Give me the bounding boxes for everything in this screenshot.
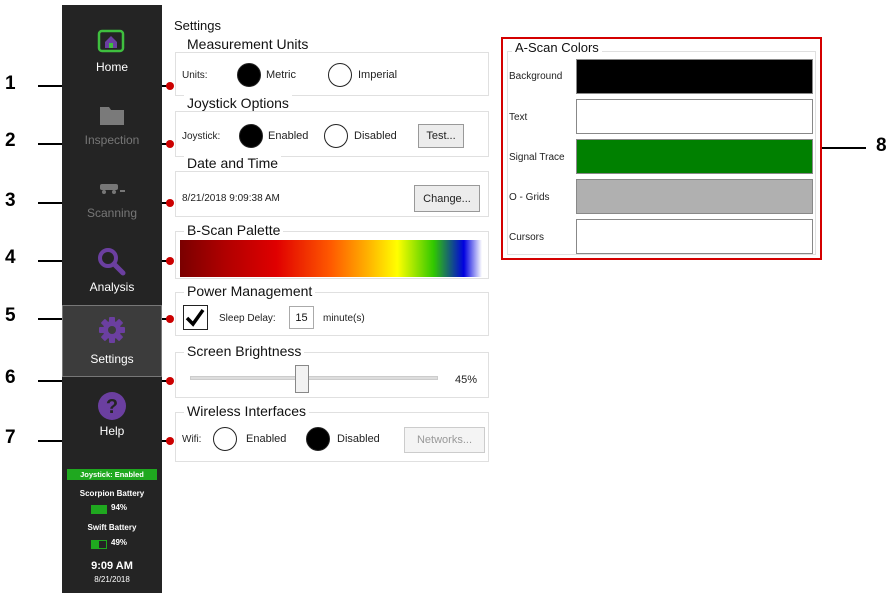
callout-dot-1 <box>166 82 174 90</box>
ascan-background-label: Background <box>509 71 563 82</box>
bscan-palette-gradient[interactable] <box>180 240 482 277</box>
swift-battery-value: 49% <box>111 538 128 547</box>
units-label: Units: <box>182 70 208 81</box>
folder-icon <box>100 107 124 125</box>
page-title: Settings <box>174 18 221 33</box>
help-icon: ? <box>98 392 126 420</box>
joystick-disabled-label: Disabled <box>354 130 397 142</box>
ascan-signal-trace-label: Signal Trace <box>509 152 565 163</box>
joystick-disabled-radio[interactable] <box>324 124 348 148</box>
sidebar: Home Inspection Scanning Analysis Settin… <box>62 5 162 593</box>
sleep-delay-label: Sleep Delay: <box>219 313 276 324</box>
scanner-icon <box>100 184 125 194</box>
sidebar-item-help[interactable]: ? Help <box>62 387 162 449</box>
scorpion-battery-value: 94% <box>111 503 128 512</box>
wifi-label: Wifi: <box>182 434 202 445</box>
metric-radio[interactable] <box>237 63 261 87</box>
metric-label: Metric <box>266 69 296 81</box>
ascan-signal-trace-swatch[interactable] <box>576 139 813 174</box>
date-time-value: 8/21/2018 9:09:38 AM <box>182 193 280 204</box>
joystick-test-button[interactable]: Test... <box>418 124 464 148</box>
imperial-label: Imperial <box>358 69 398 81</box>
battery-icon <box>91 505 107 514</box>
callout-dot-5 <box>166 315 174 323</box>
callout-3: 3 <box>5 190 16 211</box>
scorpion-battery-indicator: 94% <box>91 503 141 515</box>
scorpion-battery-label: Scorpion Battery <box>79 489 145 498</box>
sidebar-item-label: Scanning <box>86 206 138 220</box>
sidebar-item-label: Inspection <box>84 133 140 147</box>
imperial-radio[interactable] <box>328 63 352 87</box>
search-icon <box>98 248 126 276</box>
callout-8: 8 <box>876 135 887 156</box>
callout-7: 7 <box>5 427 16 448</box>
ascan-text-swatch[interactable] <box>576 99 813 134</box>
joystick-options-title: Joystick Options <box>184 95 292 111</box>
joystick-label: Joystick: <box>182 131 221 142</box>
svg-text:?: ? <box>106 396 118 418</box>
joystick-enabled-radio[interactable] <box>239 124 263 148</box>
brightness-slider-thumb[interactable] <box>295 365 310 393</box>
callout-4: 4 <box>5 247 16 268</box>
swift-battery-indicator: 49% <box>91 538 141 550</box>
sidebar-item-label: Settings <box>90 352 134 366</box>
battery-icon <box>91 540 107 549</box>
clock-date: 8/21/2018 <box>94 575 130 584</box>
sleep-delay-checkbox[interactable] <box>183 305 208 330</box>
sleep-delay-unit: minute(s) <box>323 313 365 324</box>
callout-dot-2 <box>166 140 174 148</box>
ascan-background-swatch[interactable] <box>576 59 813 94</box>
joystick-enabled-label: Enabled <box>268 130 309 142</box>
callout-dot-3 <box>166 199 174 207</box>
callout-dot-7 <box>166 437 174 445</box>
sidebar-item-label: Analysis <box>89 280 135 294</box>
wifi-disabled-radio[interactable] <box>306 427 330 451</box>
ascan-cursors-swatch[interactable] <box>576 219 813 254</box>
change-datetime-button[interactable]: Change... <box>414 185 480 212</box>
brightness-value: 45% <box>455 374 478 386</box>
callout-dot-6 <box>166 377 174 385</box>
joystick-status-badge: Joystick: Enabled <box>67 469 157 480</box>
sidebar-item-label: Home <box>95 60 128 74</box>
callout-dot-4 <box>166 257 174 265</box>
ascan-text-label: Text <box>509 112 528 123</box>
sidebar-item-inspection[interactable]: Inspection <box>62 93 162 155</box>
callout-2: 2 <box>5 130 16 151</box>
checkmark-icon <box>185 308 205 327</box>
wifi-enabled-radio[interactable] <box>213 427 237 451</box>
wifi-enabled-label: Enabled <box>246 433 287 445</box>
gear-icon <box>99 317 125 343</box>
callout-5: 5 <box>5 305 16 326</box>
sidebar-item-analysis[interactable]: Analysis <box>62 240 162 302</box>
clock-time: 9:09 AM <box>91 560 133 572</box>
measurement-units-title: Measurement Units <box>184 36 312 52</box>
callout-line-8 <box>822 147 866 149</box>
ascan-grids-label: O - Grids <box>509 192 550 203</box>
home-icon <box>97 29 125 53</box>
sleep-delay-input[interactable]: 15 <box>289 306 314 329</box>
ascan-colors-title: A-Scan Colors <box>512 40 602 55</box>
sidebar-item-settings[interactable]: Settings <box>62 305 162 377</box>
wireless-interfaces-title: Wireless Interfaces <box>184 403 310 419</box>
networks-button[interactable]: Networks... <box>404 427 485 453</box>
callout-6: 6 <box>5 367 16 388</box>
screen-brightness-title: Screen Brightness <box>184 343 305 359</box>
callout-1: 1 <box>5 73 16 94</box>
wifi-disabled-label: Disabled <box>337 433 380 445</box>
sidebar-item-home[interactable]: Home <box>62 20 162 82</box>
ascan-grids-swatch[interactable] <box>576 179 813 214</box>
date-time-title: Date and Time <box>184 155 282 171</box>
sidebar-item-scanning[interactable]: Scanning <box>62 168 162 230</box>
sidebar-item-label: Help <box>99 424 125 438</box>
ascan-cursors-label: Cursors <box>509 232 545 243</box>
bscan-palette-title: B-Scan Palette <box>184 222 284 238</box>
power-management-title: Power Management <box>184 283 316 299</box>
brightness-slider-track[interactable] <box>190 376 438 380</box>
swift-battery-label: Swift Battery <box>87 523 137 532</box>
